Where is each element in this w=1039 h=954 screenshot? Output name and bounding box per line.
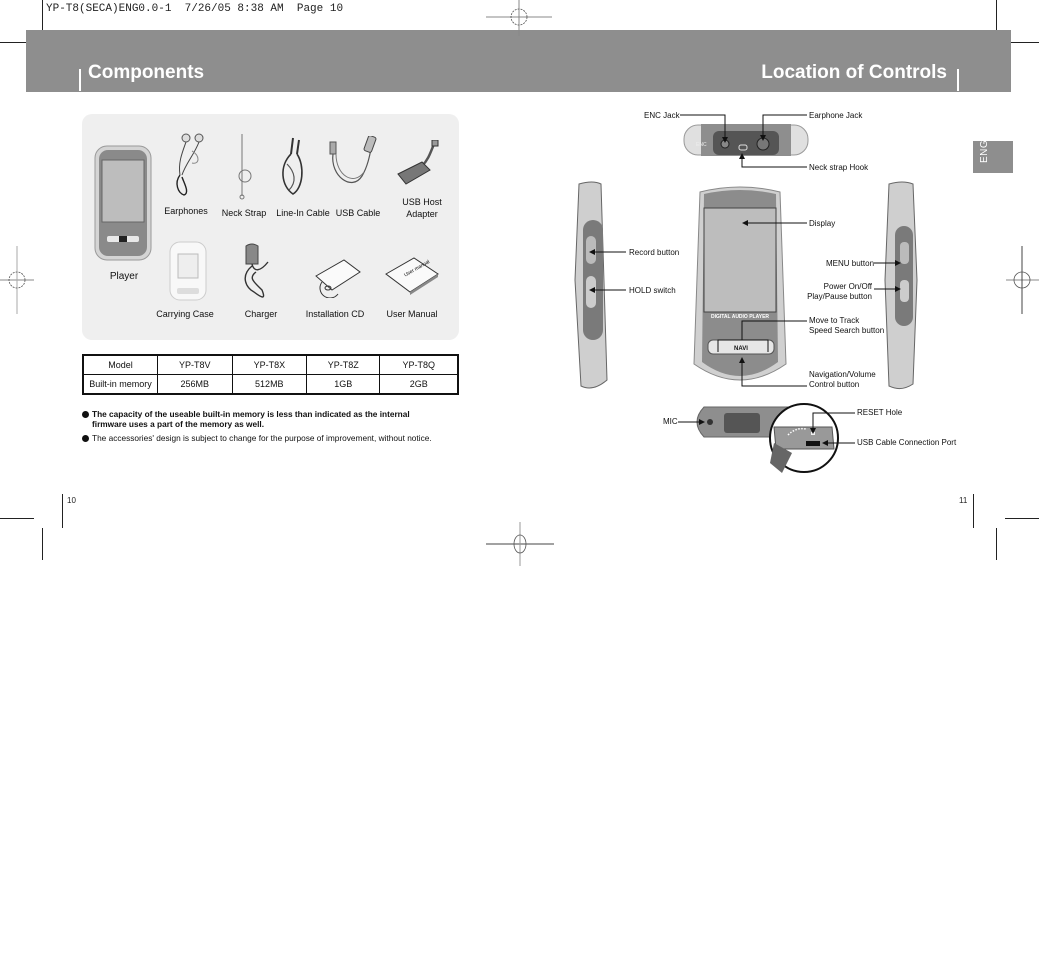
- component-label-line-in-cable: Line-In Cable: [276, 208, 330, 218]
- note-accessories-design: The accessories' design is subject to ch…: [82, 433, 462, 443]
- component-label-installation-cd: Installation CD: [305, 309, 365, 319]
- line-in-cable-icon: [282, 137, 303, 195]
- label-display: Display: [809, 219, 836, 228]
- table-cell: 256MB: [157, 374, 233, 395]
- neck-strap-icon: [238, 134, 252, 200]
- callout-reset: [810, 412, 855, 434]
- page-number-right: 11: [959, 496, 968, 505]
- table-row: Built-in memory 256MB 512MB 1GB 2GB: [82, 374, 459, 395]
- label-power-line2: Play/Pause button: [807, 292, 872, 301]
- crop-mark: [996, 528, 997, 560]
- language-tab-eng: ENG: [973, 139, 1013, 173]
- page-title-components: Components: [88, 62, 205, 83]
- page-title-location-of-controls: Location of Controls: [761, 62, 947, 83]
- label-nav-line2: Control button: [809, 380, 860, 389]
- label-record-button: Record button: [629, 248, 680, 257]
- callout-earphone-jack: [760, 114, 807, 141]
- component-label-neck-strap: Neck Strap: [221, 208, 267, 218]
- note-line: firmware uses a part of the memory as we…: [92, 419, 264, 429]
- title-accent-bar: [79, 69, 81, 91]
- crop-mark: [42, 528, 43, 560]
- bullet-icon: [82, 411, 89, 418]
- note-line: The capacity of the useable built-in mem…: [92, 409, 410, 419]
- table-cell: 2GB: [379, 374, 459, 395]
- table-header-row: Model YP-T8V YP-T8X YP-T8Z YP-T8Q: [82, 354, 459, 375]
- page-number-left: 10: [67, 496, 76, 505]
- charger-icon: [244, 243, 269, 298]
- title-accent-bar: [957, 69, 959, 91]
- component-label-usb-cable: USB Cable: [335, 208, 381, 218]
- label-reset-hole: RESET Hole: [857, 408, 903, 417]
- print-slug: YP-T8(SECA)ENG0.0-1 7/26/05 8:38 AM Page…: [46, 3, 344, 15]
- label-power-line1: Power On/Off: [823, 282, 872, 291]
- component-label-usb-host-adapter: USB Host Adapter: [392, 196, 452, 220]
- crop-mark: [996, 0, 997, 34]
- callout-lines: [589, 114, 901, 446]
- table-cell: 1GB: [306, 374, 381, 395]
- crop-mark: [1005, 518, 1039, 519]
- crop-mark: [0, 518, 34, 519]
- player-device-icon: [94, 145, 152, 261]
- user-manual-icon: User manual: [385, 257, 439, 295]
- table-header-cell: YP-T8V: [157, 354, 233, 375]
- table-cell: 512MB: [231, 374, 308, 395]
- table-header-cell: YP-T8Q: [379, 354, 459, 375]
- component-label-player: Player: [109, 271, 139, 282]
- crop-mark: [42, 0, 43, 30]
- table-cell: Built-in memory: [82, 374, 158, 395]
- label-neck-strap-hook: Neck strap Hook: [809, 163, 869, 172]
- label-nav-line1: Navigation/Volume: [809, 370, 876, 379]
- callout-move-track-bracket: [717, 339, 769, 352]
- usb-host-adapter-line1: USB Host: [402, 197, 442, 207]
- label-move-line2: Speed Search button: [809, 326, 885, 335]
- label-move-to-track: Move to Track Speed Search button: [809, 316, 884, 336]
- registration-mark-icon: [486, 522, 554, 566]
- label-hold-switch: HOLD switch: [629, 286, 676, 295]
- component-label-carrying-case: Carrying Case: [156, 309, 214, 319]
- callout-move-track: [741, 320, 807, 340]
- registration-mark-icon: [486, 0, 552, 36]
- usb-host-adapter-line2: Adapter: [406, 209, 438, 219]
- label-mic: MIC: [663, 417, 678, 426]
- note-line: The accessories' design is subject to ch…: [92, 433, 432, 443]
- crop-mark: [973, 494, 974, 528]
- earphones-icon: [176, 133, 204, 196]
- carrying-case-icon: [169, 241, 207, 301]
- language-tab-label: ENG: [979, 139, 990, 163]
- bullet-icon: [82, 435, 89, 442]
- label-power-button: Power On/Off Play/Pause button: [800, 282, 872, 302]
- callout-neck-strap-hook: [739, 153, 807, 168]
- usb-cable-icon: [329, 136, 377, 183]
- callout-navigation: [739, 357, 807, 387]
- table-header-cell: YP-T8X: [231, 354, 308, 375]
- usb-host-adapter-icon: [397, 140, 439, 185]
- label-menu-button: MENU button: [826, 259, 875, 268]
- label-earphone-jack: Earphone Jack: [809, 111, 863, 120]
- crop-mark: [62, 494, 63, 528]
- component-label-charger: Charger: [244, 309, 278, 319]
- label-usb-port: USB Cable Connection Port: [857, 438, 957, 447]
- table-header-cell: YP-T8Z: [306, 354, 381, 375]
- registration-mark-icon: [1006, 246, 1039, 314]
- label-enc-jack: ENC Jack: [644, 111, 680, 120]
- component-label-earphones: Earphones: [164, 206, 208, 216]
- callout-enc-jack: [680, 114, 728, 143]
- memory-spec-table: Model YP-T8V YP-T8X YP-T8Z YP-T8Q Built-…: [82, 354, 459, 395]
- label-move-line1: Move to Track: [809, 316, 860, 325]
- registration-mark-icon: [0, 246, 34, 314]
- note-memory-capacity: The capacity of the useable built-in mem…: [82, 409, 462, 429]
- installation-cd-icon: [315, 259, 361, 298]
- label-navigation-volume: Navigation/Volume Control button: [809, 370, 876, 390]
- table-header-cell: Model: [82, 354, 158, 375]
- component-label-user-manual: User Manual: [386, 309, 438, 319]
